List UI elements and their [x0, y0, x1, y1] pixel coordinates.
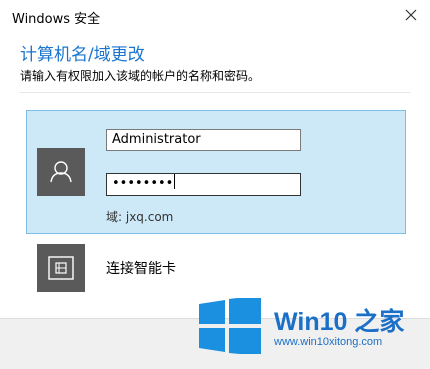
text-caret — [174, 174, 176, 189]
smart-card-option-label[interactable]: 连接智能卡 — [106, 258, 176, 278]
close-icon — [405, 9, 417, 21]
dialog-heading: 计算机名/域更改 — [20, 45, 145, 65]
windows-security-dialog: Windows 安全 计算机名/域更改 请输入有权限加入该域的帐户的名称和密码。… — [0, 0, 430, 369]
watermark-title: Win10 之家 — [274, 308, 405, 336]
domain-label: 域: jxq.com — [106, 210, 174, 224]
password-field[interactable]: •••••••• — [106, 173, 301, 196]
divider — [20, 92, 410, 93]
dialog-description: 请输入有权限加入该域的帐户的名称和密码。 — [20, 69, 261, 83]
smart-card-option-icon-tile[interactable] — [37, 244, 85, 292]
smart-card-icon — [48, 256, 74, 280]
avatar — [37, 148, 85, 196]
windows-logo-icon — [199, 298, 261, 354]
user-icon — [50, 161, 72, 183]
watermark-url: www.win10xitong.com — [274, 336, 383, 348]
window-title: Windows 安全 — [12, 12, 101, 27]
close-button[interactable] — [398, 2, 424, 28]
password-mask: •••••••• — [112, 176, 174, 191]
username-field[interactable]: Administrator — [106, 129, 301, 151]
